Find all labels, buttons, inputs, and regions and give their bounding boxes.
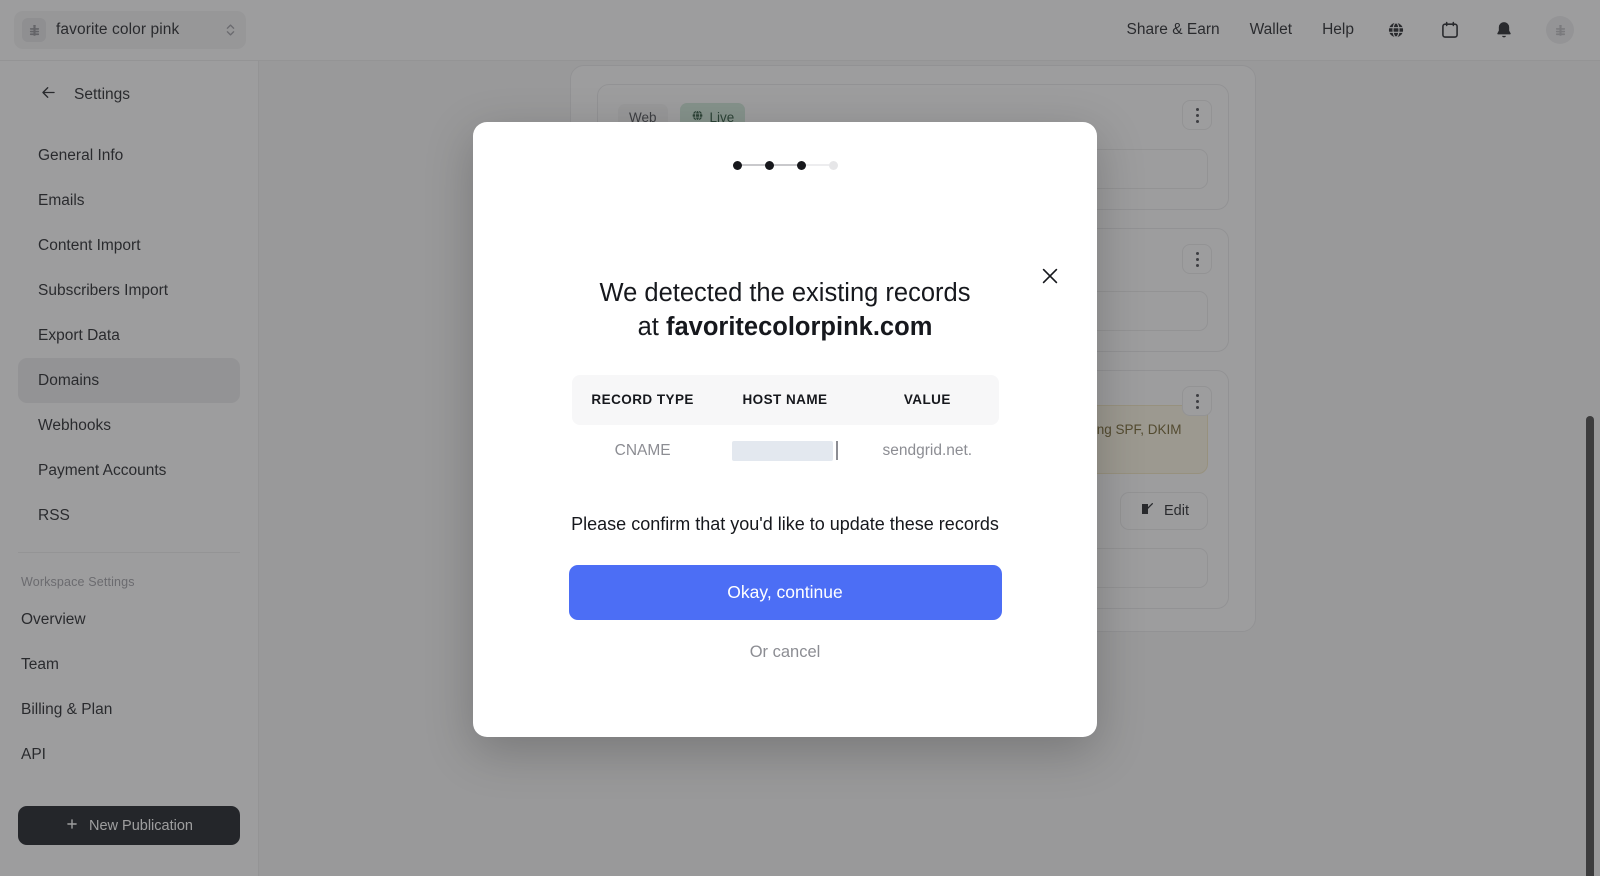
text-caret bbox=[836, 441, 838, 461]
cell-value: sendgrid.net. bbox=[882, 441, 973, 459]
step-dot-4 bbox=[828, 160, 838, 170]
modal-title-line2: at favoritecolorpink.com bbox=[529, 310, 1041, 344]
cancel-button[interactable]: Or cancel bbox=[529, 643, 1041, 662]
close-icon[interactable] bbox=[1033, 259, 1067, 293]
column-header-record-type: RECORD TYPE bbox=[591, 392, 694, 408]
modal-title: We detected the existing records at favo… bbox=[529, 276, 1041, 345]
step-indicator bbox=[529, 122, 1041, 184]
app-root: favorite color pink Share & Earn Wallet … bbox=[0, 0, 1600, 876]
step-line-2 bbox=[773, 164, 797, 166]
step-dot-3 bbox=[796, 160, 806, 170]
step-line-3 bbox=[805, 164, 829, 166]
column-header-value: VALUE bbox=[903, 392, 951, 408]
modal-title-domain: favoritecolorpink.com bbox=[665, 313, 933, 342]
step-dot-2 bbox=[764, 160, 774, 170]
records-table: RECORD TYPE HOST NAME VALUE CNAME sendgr… bbox=[571, 374, 999, 477]
confirm-text: Please confirm that you'd like to update… bbox=[571, 513, 999, 534]
redacted-host-name bbox=[732, 440, 834, 461]
step-line-1 bbox=[741, 164, 765, 166]
okay-continue-button[interactable]: Okay, continue bbox=[568, 564, 1002, 620]
records-table-header: RECORD TYPE HOST NAME VALUE bbox=[571, 374, 999, 425]
cell-record-type: CNAME bbox=[614, 441, 671, 459]
cell-host-name bbox=[714, 440, 856, 461]
column-header-host-name: HOST NAME bbox=[742, 392, 828, 408]
modal-title-line1: We detected the existing records bbox=[599, 279, 971, 307]
step-dot-1 bbox=[732, 160, 742, 170]
modal-title-prefix: at bbox=[637, 313, 666, 342]
table-row: CNAME sendgrid.net. bbox=[572, 425, 999, 477]
dns-records-modal: We detected the existing records at favo… bbox=[473, 122, 1097, 737]
